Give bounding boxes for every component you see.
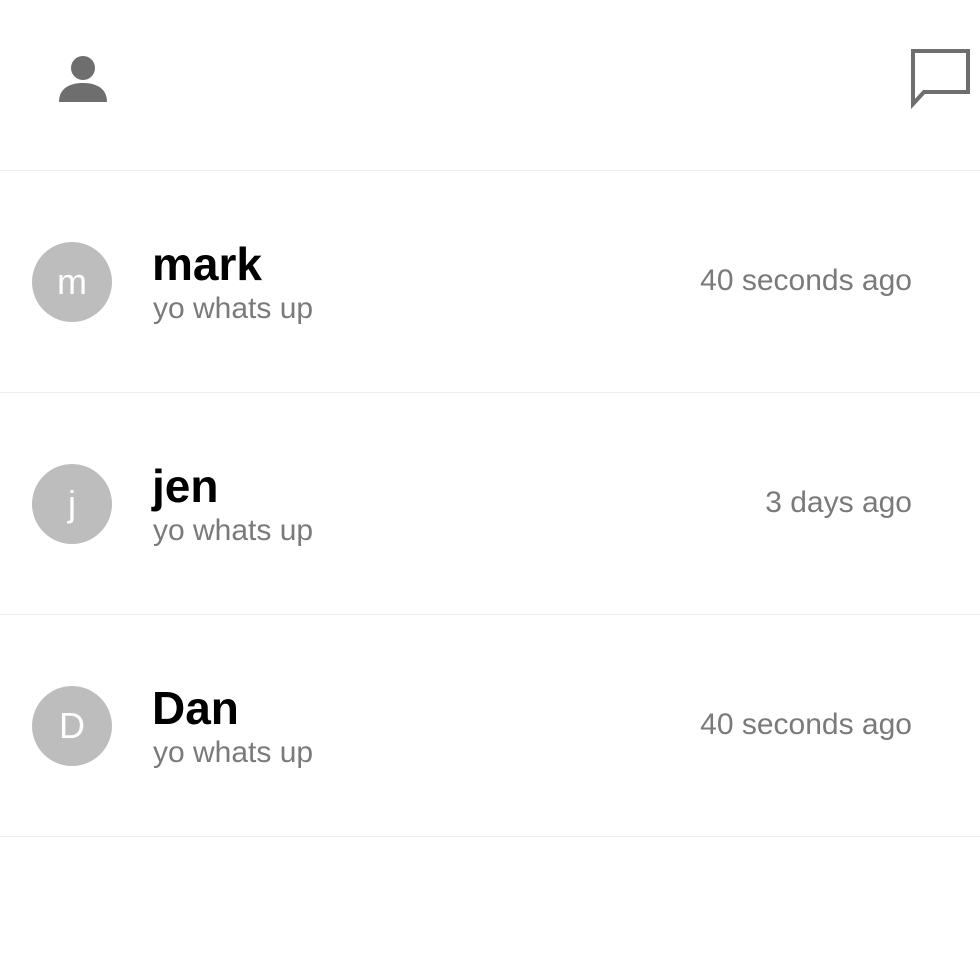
conversation-row[interactable]: D Dan yo whats up 40 seconds ago	[0, 615, 980, 837]
top-bar	[0, 0, 980, 171]
avatar: j	[32, 464, 112, 544]
avatar: D	[32, 686, 112, 766]
contact-name: Dan	[152, 682, 239, 734]
timestamp: 40 seconds ago	[700, 708, 912, 741]
chat-bubble-icon	[911, 49, 970, 110]
conversation-list: m mark yo whats up 40 seconds ago j jen …	[0, 171, 980, 837]
contact-name: jen	[152, 460, 219, 512]
timestamp: 3 days ago	[765, 486, 912, 519]
contact-name: mark	[152, 238, 262, 290]
new-message-button[interactable]	[908, 48, 972, 110]
message-preview: yo whats up	[153, 514, 314, 547]
conversation-row[interactable]: m mark yo whats up 40 seconds ago	[0, 171, 980, 393]
avatar: m	[32, 242, 112, 322]
timestamp: 40 seconds ago	[700, 264, 912, 297]
message-preview: yo whats up	[153, 736, 314, 769]
person-icon	[59, 56, 107, 102]
message-preview: yo whats up	[153, 292, 314, 325]
conversation-row[interactable]: j jen yo whats up 3 days ago	[0, 393, 980, 615]
profile-button[interactable]	[56, 52, 110, 106]
